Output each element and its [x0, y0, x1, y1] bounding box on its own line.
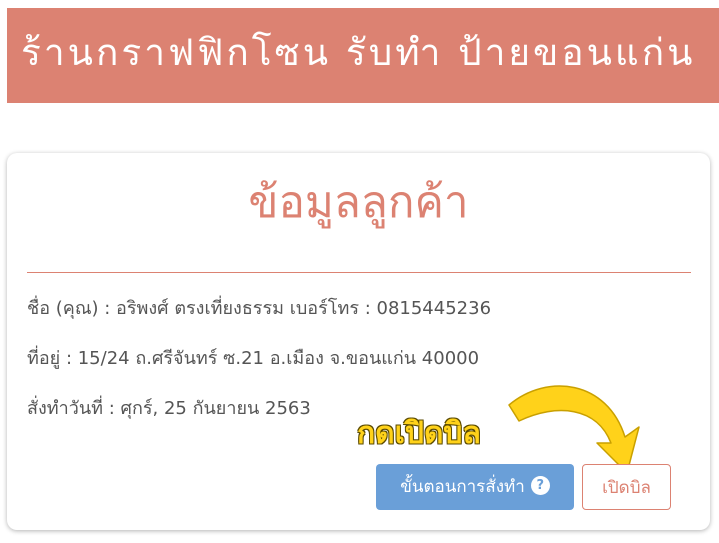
open-bill-hint: กดเปิดบิล	[357, 416, 481, 451]
shop-title: ร้านกราฟฟิกโซน รับทำ ป้ายขอนแก่น	[21, 31, 696, 74]
shop-banner: ร้านกราฟฟิกโซน รับทำ ป้ายขอนแก่น	[7, 8, 719, 103]
open-bill-button[interactable]: เปิดบิล	[582, 464, 671, 510]
curved-arrow-icon	[508, 385, 640, 474]
order-steps-label: ขั้นตอนการสั่งทำ	[400, 477, 525, 497]
divider	[27, 272, 691, 273]
order-steps-button[interactable]: ขั้นตอนการสั่งทำ?	[376, 464, 574, 510]
card-title: ข้อมูลลูกค้า	[248, 177, 469, 228]
question-circle-icon: ?	[530, 475, 550, 495]
customer-info-card: ข้อมูลลูกค้า ชื่อ (คุณ) : อริพงศ์ ตรงเที…	[7, 153, 710, 530]
order-date: สั่งทำวันที่ : ศุกร์, 25 กันยายน 2563	[27, 398, 311, 419]
customer-address: ที่อยู่ : 15/24 ถ.ศรีจันทร์ ซ.21 อ.เมือง…	[27, 348, 480, 369]
customer-name-phone: ชื่อ (คุณ) : อริพงศ์ ตรงเที่ยงธรรม เบอร์…	[27, 298, 492, 319]
